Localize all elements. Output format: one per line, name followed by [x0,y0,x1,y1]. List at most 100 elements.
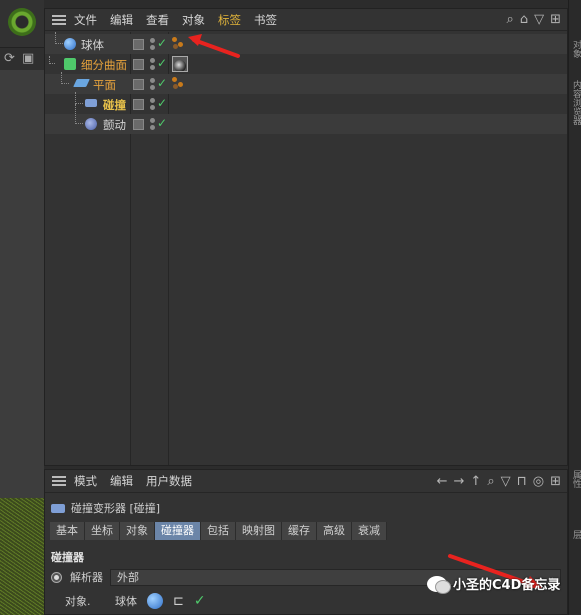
menu-view[interactable]: 查看 [146,12,169,28]
subdivision-surface-icon [64,58,76,70]
side-tab-layers[interactable]: 层 [570,530,581,539]
menu-icon[interactable] [52,14,66,25]
plane-mesh [0,498,44,615]
layer-dots-icon[interactable] [150,38,156,50]
layer-dots-icon[interactable] [150,98,156,110]
object-manager: 文件 编辑 查看 对象 标签 书签 ⌕ ⌂ ▽ ⊞ 球体 ✓ 细分曲面 ✓ 平面… [44,8,568,466]
menu-user-data[interactable]: 用户数据 [146,473,192,489]
menu-tags[interactable]: 标签 [218,12,241,28]
enabled-check-icon[interactable]: ✓ [157,56,167,70]
tab-advanced[interactable]: 高级 [317,522,352,540]
layout-icon[interactable]: ▣ [22,51,34,66]
object-list: 球体 ✓ 细分曲面 ✓ 平面 ✓ 碰撞 ✓ 颤动 ✓ [45,32,567,465]
tree-line [61,72,69,84]
enabled-check-icon[interactable]: ✓ [157,116,167,130]
animate-param-icon[interactable] [51,571,62,583]
tree-line [49,56,55,64]
sphere-icon[interactable] [147,593,163,609]
solver-value: 外部 [117,570,139,584]
enabled-check-icon[interactable]: ✓ [157,36,167,50]
menu-icon[interactable] [52,476,66,486]
menu-file[interactable]: 文件 [74,12,97,28]
target-icon[interactable]: ◎ [533,474,544,489]
object-name[interactable]: 细分曲面 [81,57,127,73]
tab-include[interactable]: 包括 [201,522,236,540]
menu-mode[interactable]: 模式 [74,473,97,489]
visibility-toggle[interactable] [133,79,144,90]
tab-cache[interactable]: 缓存 [282,522,317,540]
visibility-toggle[interactable] [133,99,144,110]
new-window-icon[interactable]: ⊞ [550,12,561,27]
object-name[interactable]: 碰撞 [103,97,126,113]
filter-icon[interactable]: ▽ [501,474,511,489]
object-manager-menubar: 文件 编辑 查看 对象 标签 书签 ⌕ ⌂ ▽ ⊞ [45,9,567,31]
cinema4d-logo-icon[interactable] [8,8,36,36]
side-tab-content-browser[interactable]: 内容浏览器 [570,80,581,125]
plane-icon [73,79,90,87]
object-row[interactable]: 细分曲面 ✓ [45,54,567,74]
jiggle-deformer-icon [85,118,97,130]
watermark-text: 小圣的C4D备忘录 [453,578,561,593]
tree-line [55,32,63,44]
hierarchy-icon[interactable]: ⊏ [173,594,184,609]
menu-edit[interactable]: 编辑 [110,473,133,489]
object-row[interactable]: 碰撞 ✓ [45,92,567,114]
back-arrow-icon[interactable]: ← [437,474,448,489]
collision-deformer-icon [85,99,97,107]
object-row[interactable]: 球体 ✓ [45,32,567,54]
viewport-header [0,0,44,48]
lock-icon[interactable]: ⊓ [517,474,527,489]
menu-edit[interactable]: 编辑 [110,12,133,28]
object-row[interactable]: 平面 ✓ [45,72,567,94]
attributes-menubar: 模式 编辑 用户数据 ← → ↑ ⌕ ▽ ⊓ ◎ ⊞ [45,470,567,493]
sphere-icon [64,38,76,50]
tab-falloff[interactable]: 衰减 [352,522,387,540]
wechat-icon [427,575,451,594]
object-manager-toolbar: ⌕ ⌂ ▽ ⊞ [507,12,561,27]
new-window-icon[interactable]: ⊞ [550,474,561,489]
visibility-toggle[interactable] [133,39,144,50]
menu-bookmarks[interactable]: 书签 [254,12,277,28]
object-name[interactable]: 颤动 [103,117,126,133]
object-name[interactable]: 球体 [81,37,104,53]
rotate-view-icon[interactable]: ⟳ [4,51,15,66]
layer-dots-icon[interactable] [150,58,156,70]
menu-object[interactable]: 对象 [182,12,205,28]
object-value[interactable]: 球体 [115,593,137,609]
tab-map[interactable]: 映射图 [236,522,282,540]
enabled-check-icon[interactable]: ✓ [157,76,167,90]
layer-dots-icon[interactable] [150,118,156,130]
object-name[interactable]: 平面 [93,77,116,93]
watermark: 小圣的C4D备忘录 [427,574,561,594]
phong-tag-icon[interactable] [171,76,185,90]
side-tab-attributes[interactable]: 属性 [570,470,581,488]
visibility-toggle[interactable] [133,59,144,70]
tab-basic[interactable]: 基本 [50,522,85,540]
phong-tag-icon[interactable] [171,36,185,50]
viewport-strip[interactable]: ⟳ ▣ [0,0,44,615]
up-arrow-icon[interactable]: ↑ [470,474,481,489]
right-side-tabs: 对象 内容浏览器 属性 层 [568,0,581,615]
visibility-toggle[interactable] [133,119,144,130]
search-icon[interactable]: ⌕ [507,12,514,27]
enabled-check-icon[interactable]: ✓ [157,96,167,110]
object-row[interactable]: 颤动 ✓ [45,104,567,134]
collision-deformer-icon [51,503,65,513]
section-heading: 碰撞器 [51,551,84,564]
layer-dots-icon[interactable] [150,78,156,90]
home-icon[interactable]: ⌂ [520,12,528,27]
attribute-tabs: 基本 坐标 对象 碰撞器 包括 映射图 缓存 高级 衰减 [50,522,387,540]
enabled-check-icon[interactable]: ✓ [194,593,206,609]
attributes-title: 碰撞变形器 [碰撞] [51,500,160,516]
solver-label: 解析器 [70,571,103,584]
material-tag-icon[interactable] [172,56,188,72]
tab-collider[interactable]: 碰撞器 [155,522,201,540]
tab-object[interactable]: 对象 [120,522,155,540]
side-tab-objects[interactable]: 对象 [570,40,581,58]
forward-arrow-icon[interactable]: → [454,474,465,489]
collision-object-row: 对象. 球体 ⊏ ✓ [65,591,561,611]
filter-icon[interactable]: ▽ [534,12,544,27]
search-icon[interactable]: ⌕ [487,474,494,489]
tab-coordinates[interactable]: 坐标 [85,522,120,540]
attributes-manager: 模式 编辑 用户数据 ← → ↑ ⌕ ▽ ⊓ ◎ ⊞ 碰撞变形器 [碰撞] 基本… [44,469,568,615]
